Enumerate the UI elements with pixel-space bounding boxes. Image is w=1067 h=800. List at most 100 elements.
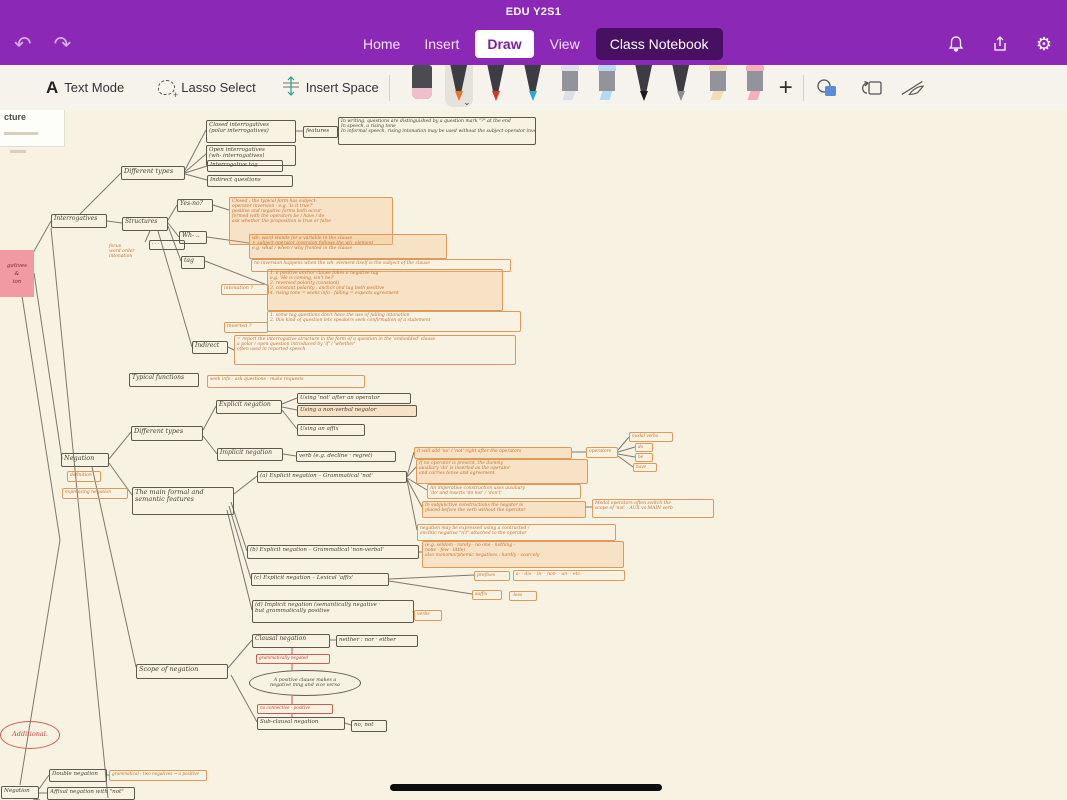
notebook-title: EDU Y2S1 xyxy=(505,6,562,18)
note-negation-definition: definition xyxy=(67,471,101,482)
text-mode-button[interactable]: A Text Mode xyxy=(46,78,124,98)
home-indicator[interactable] xyxy=(390,784,662,791)
lasso-select-button[interactable]: Lasso Select xyxy=(158,80,256,100)
page-title-fragment: cture xyxy=(4,112,27,122)
note-features: In writing, questions are distinguished … xyxy=(338,117,536,145)
pen-tray: ⌄ xyxy=(408,65,769,110)
onenote-app: { "titlebar": { "title": "EDU Y2S1", "ta… xyxy=(0,0,1067,800)
connector-line xyxy=(281,409,298,430)
node-interrogative-tag: Interrogative tag xyxy=(207,160,283,172)
settings-gear-icon[interactable]: ⚙ xyxy=(1033,33,1055,55)
cyan-pen-tool[interactable] xyxy=(519,65,547,107)
note-typical-functions: seek info · ask questions · make request… xyxy=(207,375,365,388)
node-negation: Negation xyxy=(61,453,109,467)
node-implicit-negation: Implicit negation xyxy=(217,448,283,461)
node-a-explicit: (a) Explicit negation – Grammatical 'not… xyxy=(257,471,407,483)
titlebar: EDU Y2S1 ↶ ↷ Home Insert Draw View Class… xyxy=(0,0,1067,65)
cream-highlighter-icon xyxy=(708,65,728,103)
red-pen-tool[interactable] xyxy=(482,65,510,107)
node-typical-functions: Typical functions xyxy=(129,373,199,387)
insert-space-button[interactable]: Insert Space xyxy=(282,76,379,99)
note-op-have: have xyxy=(633,463,657,472)
node-different-types-negation: Different types xyxy=(131,426,203,441)
toolbar-divider xyxy=(388,74,390,101)
ribbon-tabs: Home Insert Draw View Class Notebook xyxy=(355,28,723,60)
tab-draw[interactable]: Draw xyxy=(475,30,534,58)
share-icon[interactable] xyxy=(989,33,1011,55)
ellipse-positive-clause: A positive clause makes a negative mng an… xyxy=(249,670,361,696)
toolbar-divider xyxy=(802,74,804,101)
node-structures: Structures xyxy=(122,217,168,231)
note-double-negation: grammatical : two negatives → a positive xyxy=(109,770,207,781)
black-pen-tool[interactable] xyxy=(630,65,658,107)
gray-pen-tool[interactable] xyxy=(667,65,695,107)
note-negation-expressing: expressing negation xyxy=(62,488,128,499)
eraser-tool[interactable] xyxy=(408,65,436,107)
connector-line xyxy=(617,436,630,451)
connector-line xyxy=(108,431,132,460)
ink-ruler-icon[interactable] xyxy=(900,75,926,101)
connector-line xyxy=(32,220,52,254)
node-features: features xyxy=(303,126,338,138)
silver-highlighter-icon xyxy=(560,65,580,103)
node-c-explicit: (c) Explicit negation – Lexical 'affix' xyxy=(251,573,389,586)
black-pen-icon xyxy=(633,65,655,103)
undo-icon[interactable]: ↶ xyxy=(14,34,32,55)
node-using-not: Using 'not' after an operator xyxy=(297,393,411,404)
tab-class-notebook[interactable]: Class Notebook xyxy=(595,28,723,60)
node-double-negation: Double negation xyxy=(49,769,107,782)
note-b-examples: (e.g. seldom · rarely · no one · nothing… xyxy=(422,541,624,568)
shapes-icon[interactable] xyxy=(814,75,840,101)
connector-line xyxy=(167,204,178,221)
redo-icon[interactable]: ↷ xyxy=(54,34,72,55)
connector-line xyxy=(228,505,252,580)
note-a5: negation may be expressed using a contra… xyxy=(417,524,616,541)
note-tag-list-2: 1. some tag questions don't have the use… xyxy=(267,311,521,332)
connector-line xyxy=(202,405,217,431)
connector-line xyxy=(79,172,122,215)
pen-options-chevron-icon[interactable]: ⌄ xyxy=(463,97,471,108)
node-neither-nor: neither : nor · either xyxy=(336,635,418,647)
note-clausal-red-1: grammatically negated xyxy=(256,654,330,664)
note-modal-scope: Modal operators often switch the scope of… xyxy=(592,499,714,518)
notifications-bell-icon[interactable] xyxy=(945,33,967,55)
connector-line xyxy=(106,220,123,224)
blue-highlighter-icon xyxy=(597,65,617,103)
node-verb-decline: verb (e.g. decline · regret) xyxy=(296,451,396,462)
ink-to-shape-icon[interactable] xyxy=(858,75,884,101)
cyan-pen-icon xyxy=(522,65,544,103)
node-b-explicit: (b) Explicit negation – Grammatical 'non… xyxy=(247,545,419,559)
tab-insert[interactable]: Insert xyxy=(416,30,467,58)
note-a3: An imperative construction uses auxiliar… xyxy=(427,484,581,499)
connector-line xyxy=(212,204,230,211)
tab-home[interactable]: Home xyxy=(355,30,408,58)
connector-line xyxy=(617,453,636,458)
note-prefixes: prefixes xyxy=(474,571,510,581)
add-pen-button[interactable]: + xyxy=(779,74,793,102)
eraser-icon xyxy=(411,65,432,99)
node-using-nonverbal: Using a non-verbal negator xyxy=(297,405,417,417)
node-different-types-interrogatives: Different types xyxy=(121,166,185,180)
lasso-icon xyxy=(158,80,178,100)
note-d-verbs: verbs xyxy=(414,610,442,621)
silver-highlighter-tool[interactable] xyxy=(556,65,584,107)
note-intonation: intonation ? xyxy=(221,284,269,295)
node-yes-no: Yes-no? xyxy=(177,199,213,212)
pink-highlighter-tool[interactable] xyxy=(741,65,769,107)
note-clausal-red-2: no connective · positive xyxy=(257,704,333,714)
note-indirect: = report the interrogative structure in … xyxy=(234,335,516,365)
cream-highlighter-tool[interactable] xyxy=(704,65,732,107)
connector-line xyxy=(226,509,253,611)
orange-pen-tool[interactable]: ⌄ xyxy=(444,65,473,108)
connector-line xyxy=(50,227,109,799)
ellipse-additional: Additional. xyxy=(0,721,60,749)
note-structure-column: focus word order intonation xyxy=(109,244,135,260)
note-prefix-list: a- · dis- · in- · non- · un- · etc. xyxy=(513,570,625,581)
connector-line xyxy=(184,129,207,171)
blue-highlighter-tool[interactable] xyxy=(593,65,621,107)
drawing-canvas[interactable]: cture gatives & ion Different types Closed … xyxy=(0,110,1067,800)
page-subtitle-smudge xyxy=(4,132,38,135)
note-op-do: do xyxy=(635,443,653,452)
tab-view[interactable]: View xyxy=(542,30,588,58)
red-pen-icon xyxy=(485,65,507,103)
